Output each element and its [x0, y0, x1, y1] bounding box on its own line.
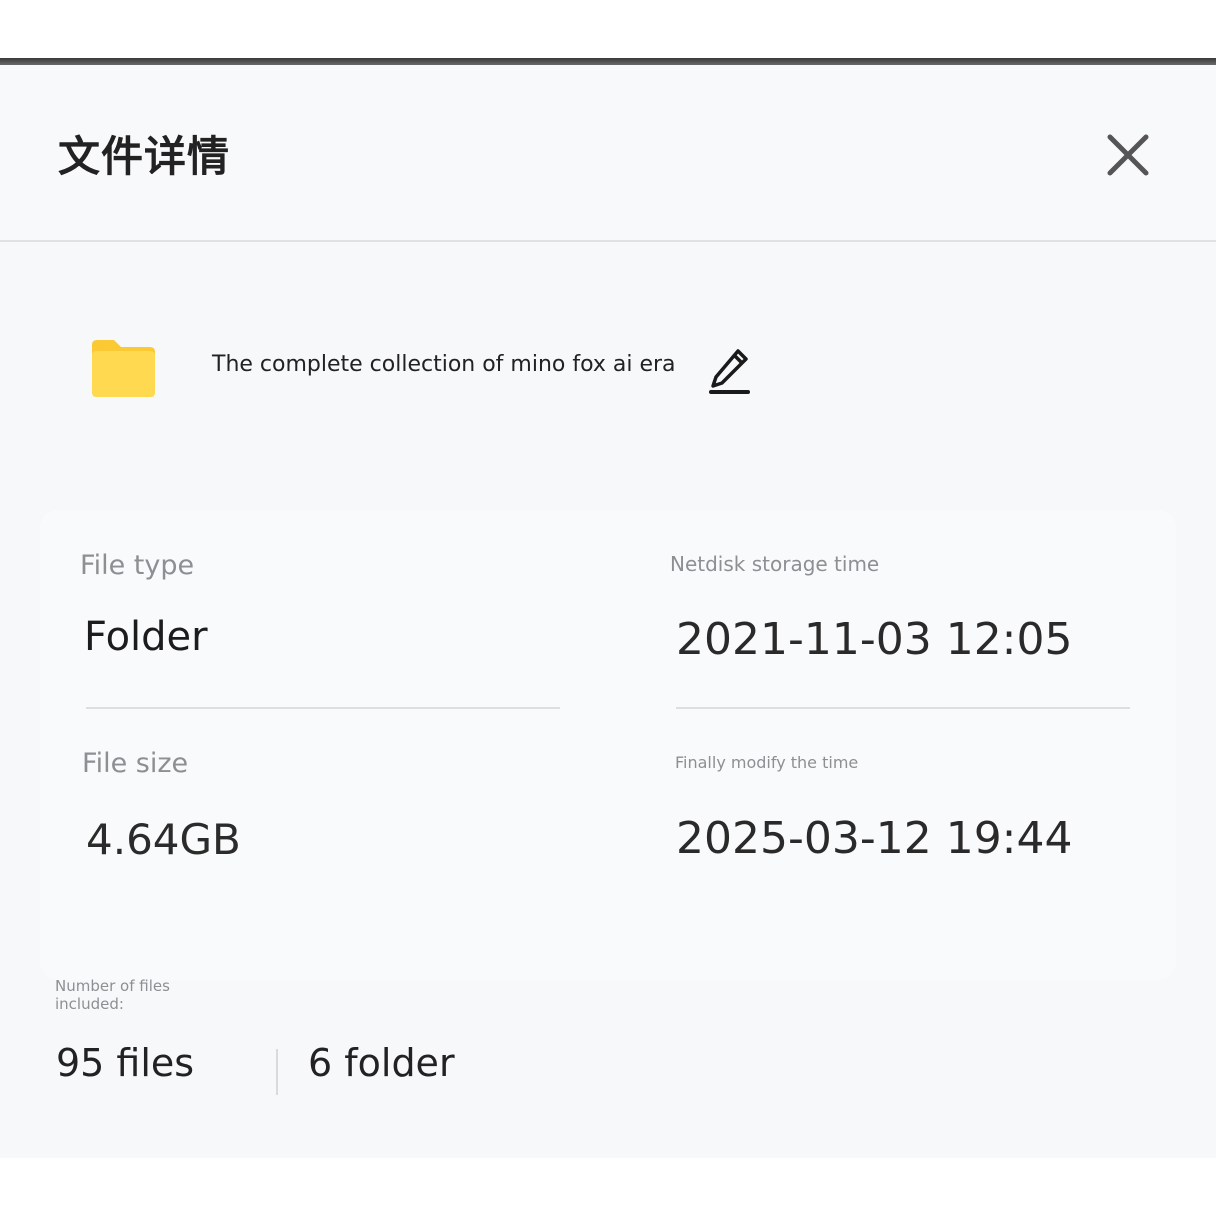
file-name: The complete collection of mino fox ai e… [212, 352, 676, 377]
storage-time-label: Netdisk storage time [670, 552, 880, 576]
file-size-label: File size [82, 748, 189, 779]
file-size-value: 4.64GB [86, 815, 241, 864]
file-details-dialog: 文件详情 The complete collection of mino fox… [0, 65, 1216, 1158]
file-name-row: The complete collection of mino fox ai e… [88, 335, 788, 405]
folder-icon [92, 340, 155, 397]
divider [86, 707, 560, 709]
edit-name-button[interactable] [708, 347, 752, 395]
window-top-bar [0, 58, 1216, 65]
dialog-header: 文件详情 [0, 65, 1216, 242]
file-type-value: Folder [84, 614, 208, 660]
divider [676, 707, 1130, 709]
folder-count-value: 6 folder [308, 1041, 455, 1085]
modified-time-value: 2025-03-12 19:44 [676, 813, 1073, 864]
file-type-label: File type [80, 550, 195, 581]
close-icon [1107, 134, 1149, 176]
storage-time-value: 2021-11-03 12:05 [676, 614, 1073, 665]
modified-time-label: Finally modify the time [675, 753, 859, 772]
dialog-title: 文件详情 [58, 132, 231, 181]
close-button[interactable] [1100, 127, 1156, 183]
count-separator [276, 1049, 278, 1095]
file-info-card: File type Folder File size 4.64GB Netdis… [40, 510, 1176, 980]
file-count-value: 95 files [56, 1041, 195, 1085]
top-strip [0, 0, 1216, 58]
pencil-icon [709, 349, 750, 394]
file-count-label: Number of files included: [55, 977, 170, 1013]
